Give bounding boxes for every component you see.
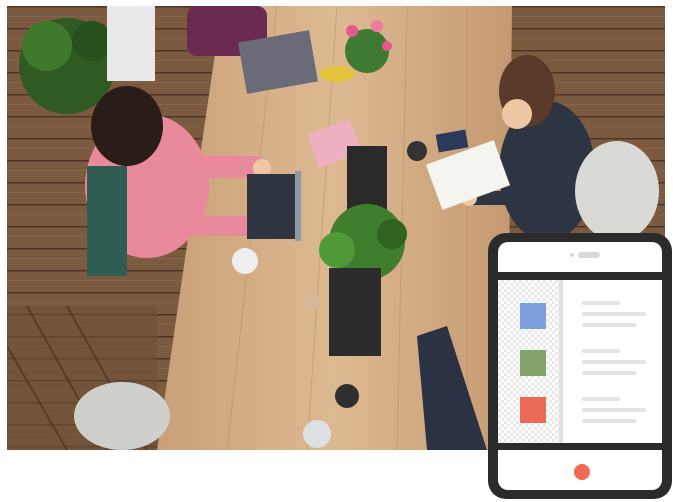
phone-camera bbox=[570, 253, 574, 257]
placeholder-line bbox=[582, 360, 646, 364]
placeholder-line bbox=[582, 349, 620, 353]
phone-screen bbox=[498, 280, 662, 443]
placeholder-line bbox=[582, 323, 636, 327]
placeholder-line bbox=[582, 419, 636, 423]
phone-mockup bbox=[488, 233, 672, 499]
phone-speaker bbox=[578, 252, 600, 258]
placeholder-line bbox=[582, 408, 646, 412]
panel-divider bbox=[559, 280, 563, 443]
placeholder-line bbox=[582, 301, 620, 305]
placeholder-line bbox=[582, 371, 636, 375]
home-button[interactable] bbox=[574, 464, 590, 480]
blue-swatch[interactable] bbox=[520, 303, 546, 329]
green-swatch[interactable] bbox=[520, 350, 546, 376]
red-swatch[interactable] bbox=[520, 397, 546, 423]
placeholder-line bbox=[582, 312, 646, 316]
placeholder-line bbox=[582, 397, 620, 401]
